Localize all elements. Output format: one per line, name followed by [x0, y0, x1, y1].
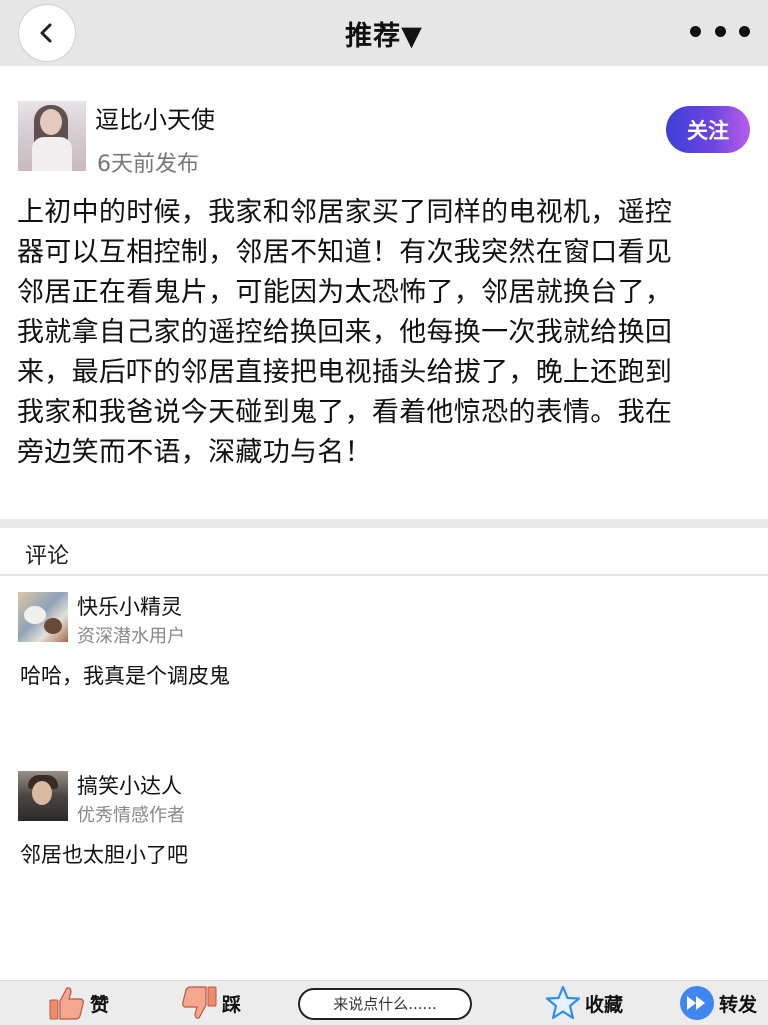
thumbs-down-icon: [182, 986, 217, 1019]
bottom-action-bar: 赞 踩 来说点什么...... 收藏 转发: [0, 980, 768, 1025]
share-label: 转发: [719, 993, 758, 1016]
star-icon: [545, 985, 581, 1020]
author-avatar[interactable]: [18, 101, 86, 171]
post-time: 6天前发布: [97, 152, 199, 177]
post-line: 上初中的时候，我家和邻居家买了同样的电视机，遥控: [17, 197, 673, 228]
thumbs-up-icon: [49, 987, 84, 1020]
comment-author-name[interactable]: 搞笑小达人: [77, 770, 182, 800]
top-nav-bar: 推荐▼: [0, 0, 768, 66]
more-dots-icon[interactable]: [690, 22, 750, 40]
section-divider: [0, 519, 768, 528]
author-name[interactable]: 逗比小天使: [95, 100, 215, 135]
dislike-button[interactable]: 踩: [180, 981, 241, 1025]
post-line: 来，最后吓的邻居直接把电视插头给拔了，晚上还跑到: [17, 357, 673, 388]
comment-author-name[interactable]: 快乐小精灵: [77, 591, 182, 621]
share-button[interactable]: 转发: [679, 981, 757, 1025]
comments-heading: 评论: [25, 544, 70, 569]
comment-text: 邻居也太胆小了吧: [20, 843, 188, 867]
comments-divider: [0, 574, 768, 576]
feed-selector[interactable]: 推荐▼: [0, 14, 768, 53]
post-line: 我就拿自己家的遥控给换回来，他每换一次我就给换回: [17, 317, 673, 348]
dislike-label: 踩: [222, 993, 242, 1016]
comment-author-role: 资深潜水用户: [77, 626, 185, 647]
post-line: 器可以互相控制，邻居不知道！有次我突然在窗口看见: [17, 237, 673, 268]
follow-button[interactable]: 关注: [666, 106, 750, 153]
post-line: 旁边笑而不语，深藏功与名！: [17, 437, 372, 468]
post-line: 邻居正在看鬼片，可能因为太恐怖了，邻居就换台了，: [17, 277, 673, 308]
comment-text: 哈哈，我真是个调皮鬼: [20, 664, 230, 688]
like-button[interactable]: 赞: [48, 981, 109, 1025]
favorite-label: 收藏: [585, 993, 624, 1016]
fast-forward-icon: [680, 986, 714, 1020]
comment-avatar[interactable]: [18, 771, 68, 821]
post-body: 上初中的时候，我家和邻居家买了同样的电视机，遥控 器可以互相控制，邻居不知道！有…: [17, 193, 753, 473]
comment-input[interactable]: 来说点什么......: [298, 988, 472, 1020]
like-label: 赞: [90, 993, 110, 1016]
comment-author-role: 优秀情感作者: [77, 805, 185, 826]
post-line: 我家和我爸说今天碰到鬼了，看着他惊恐的表情。我在: [17, 397, 673, 428]
comment-avatar[interactable]: [18, 592, 68, 642]
favorite-button[interactable]: 收藏: [545, 981, 623, 1025]
